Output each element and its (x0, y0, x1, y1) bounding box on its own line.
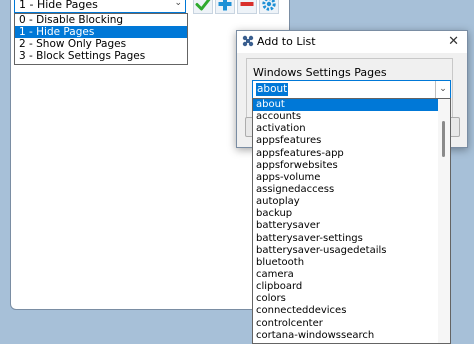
app-icon (242, 35, 254, 47)
page-list-item[interactable]: apps-volume (253, 172, 450, 184)
mode-option[interactable]: 3 - Block Settings Pages (15, 50, 187, 62)
chevron-down-icon[interactable]: ⌄ (435, 81, 450, 98)
apply-button[interactable] (193, 0, 213, 14)
mode-option[interactable]: 1 - Hide Pages (15, 26, 187, 38)
page-list-item[interactable]: batterysaver-settings (253, 233, 450, 245)
gear-icon (262, 0, 276, 11)
page-list-item[interactable]: connecteddevices (253, 305, 450, 317)
pages-combobox-value: about (256, 83, 289, 96)
page-list-item[interactable]: autoplay (253, 196, 450, 208)
page-list-item[interactable]: accounts (253, 111, 450, 123)
dialog-titlebar: Add to List ✕ (237, 31, 467, 53)
mode-combobox-value: 1 - Hide Pages (19, 0, 98, 11)
mode-option[interactable]: 2 - Show Only Pages (15, 38, 187, 50)
page-list-item[interactable]: bluetooth (253, 257, 450, 269)
page-list-item[interactable]: about (253, 99, 450, 112)
plus-icon (218, 0, 232, 11)
page-list-item[interactable]: appsfeatures (253, 135, 450, 147)
page-list-item[interactable]: appsforwebsites (253, 160, 450, 172)
remove-button[interactable] (237, 0, 257, 14)
page-list-item[interactable]: appsfeatures-app (253, 148, 450, 160)
minus-icon (240, 2, 254, 6)
page-list-item[interactable]: camera (253, 269, 450, 281)
close-icon[interactable]: ✕ (448, 31, 459, 53)
group-label: Windows Settings Pages (253, 66, 387, 79)
checkmark-icon (195, 0, 211, 11)
mode-option[interactable]: 0 - Disable Blocking (15, 14, 187, 26)
page-list-item[interactable]: colors (253, 293, 450, 305)
scrollbar-thumb[interactable] (442, 121, 445, 157)
page-list-item[interactable]: backup (253, 208, 450, 220)
page-list-item[interactable]: batterysaver-usagedetails (253, 245, 450, 257)
mode-combobox[interactable]: 1 - Hide Pages ⌄ (14, 0, 186, 13)
page-list-item[interactable]: batterysaver (253, 220, 450, 232)
dialog-title: Add to List (257, 35, 316, 48)
add-button[interactable] (215, 0, 235, 14)
page-list-item[interactable]: controlcenter (253, 318, 450, 330)
pages-dropdown-list: about accounts activation appsfeatures appsf… (252, 98, 451, 344)
page-list-item[interactable]: assignedaccess (253, 184, 450, 196)
pages-combobox[interactable]: about ⌄ (252, 80, 451, 99)
page-list-item[interactable]: activation (253, 123, 450, 135)
list-scrollbar[interactable] (438, 99, 450, 343)
mode-dropdown-list: 0 - Disable Blocking 1 - Hide Pages 2 - Sh… (14, 13, 188, 65)
chevron-down-icon: ⌄ (174, 0, 182, 8)
settings-button[interactable] (259, 0, 279, 14)
page-list-item[interactable]: clipboard (253, 281, 450, 293)
page-list-item[interactable]: cortana-windowssearch (253, 330, 450, 342)
